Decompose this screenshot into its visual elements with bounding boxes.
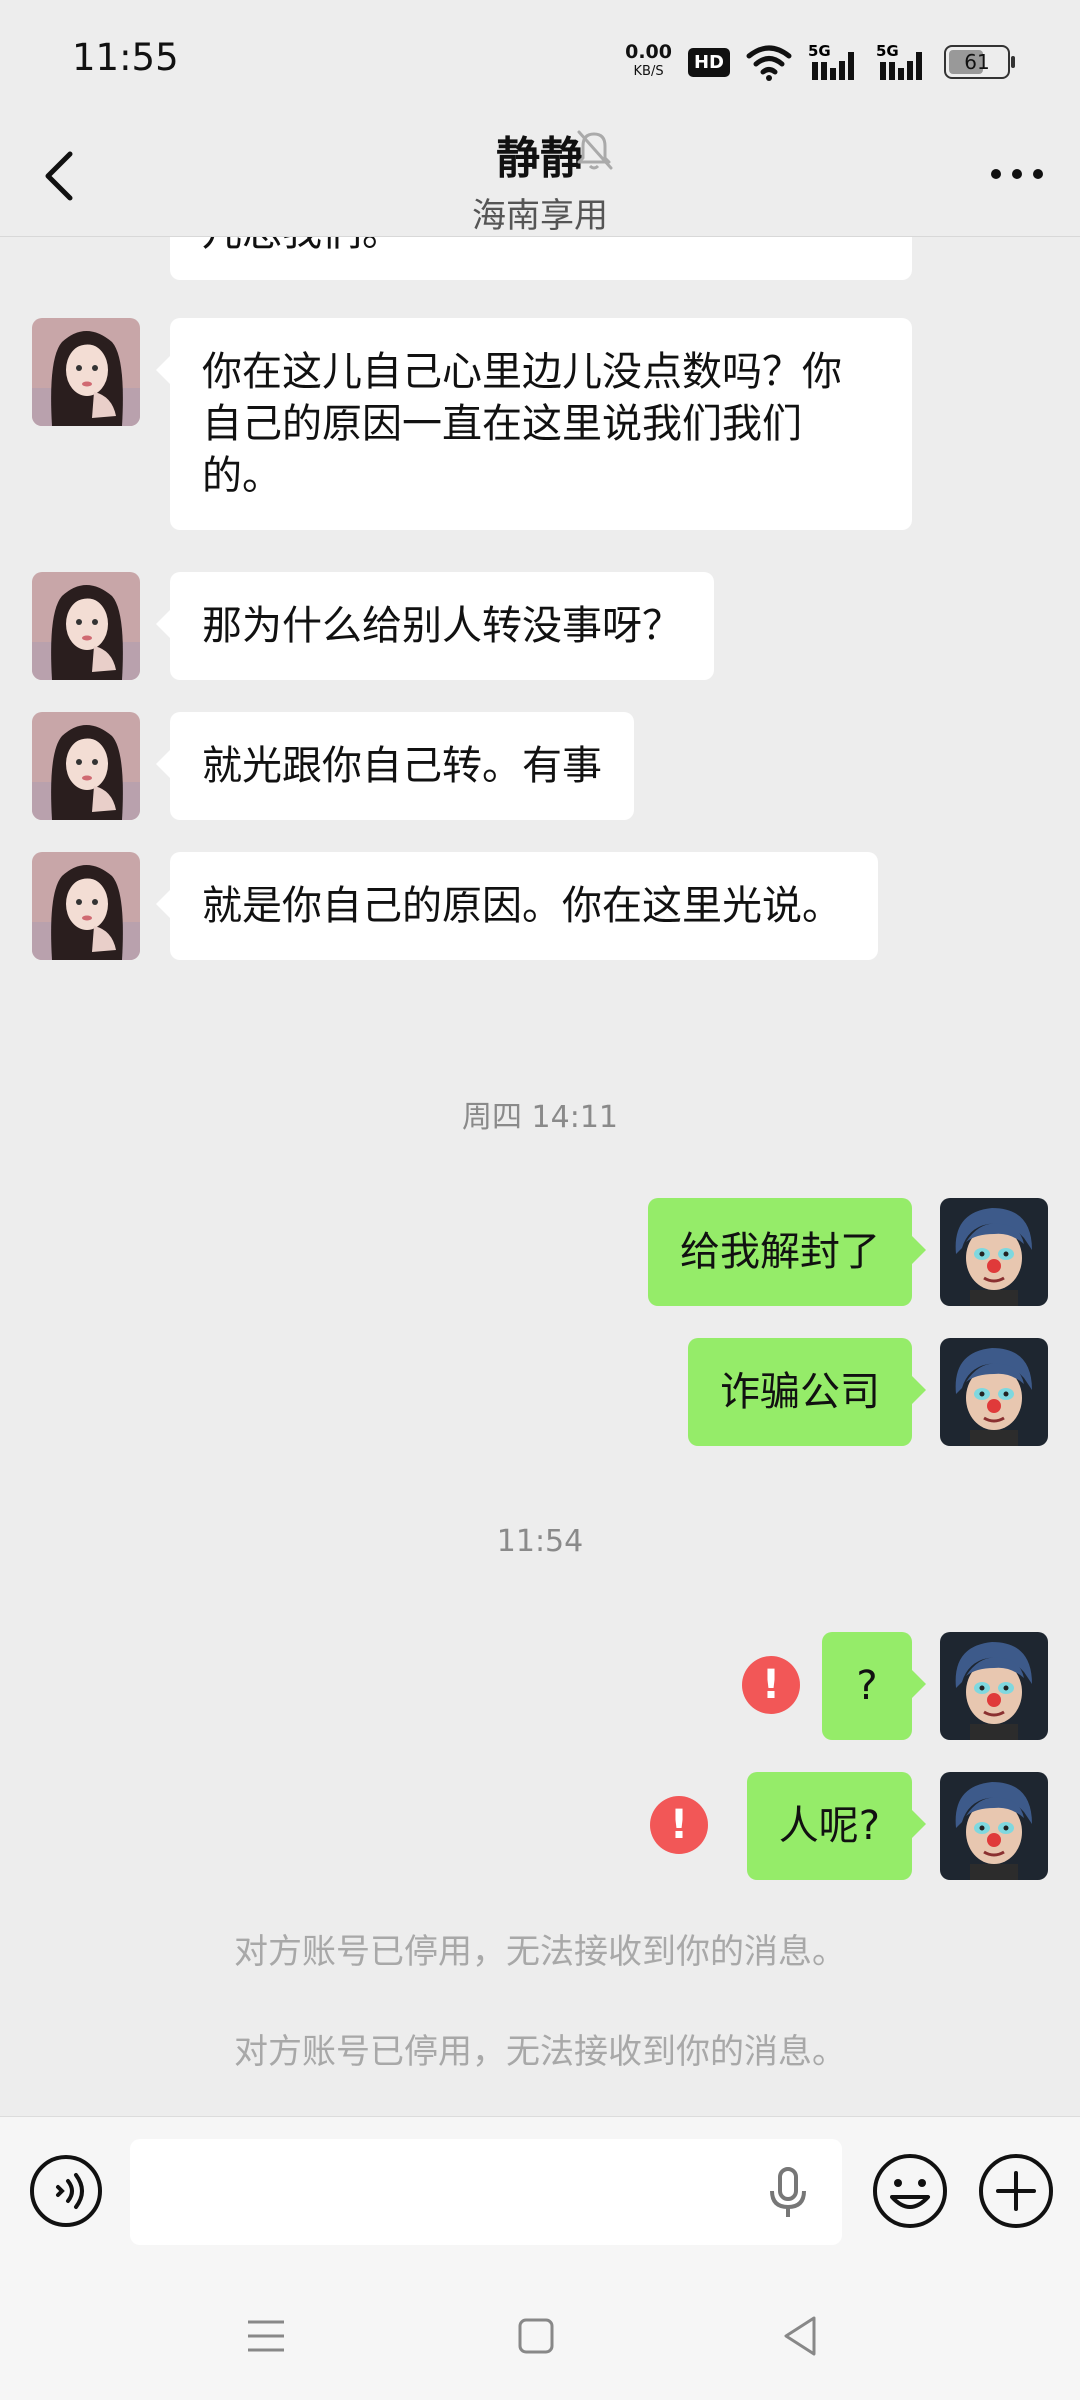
add-plus-icon[interactable]	[976, 2151, 1056, 2231]
message-text: 给我解封了	[680, 1229, 880, 1275]
send-failed-icon[interactable]: !	[650, 1796, 708, 1854]
mute-bell-icon	[577, 130, 613, 170]
emoji-icon[interactable]	[870, 2151, 950, 2231]
status-icons: 0.00 KB/S HD 5G 5G 61	[625, 38, 1015, 86]
message-text: 诈骗公司	[720, 1369, 880, 1415]
wifi-icon	[746, 45, 792, 81]
voice-mode-icon[interactable]	[28, 2153, 104, 2229]
system-nav-bar	[0, 2276, 1080, 2400]
send-failed-icon[interactable]: !	[742, 1656, 800, 1714]
net-speed-value: 0.00	[625, 41, 672, 63]
status-time: 11:55	[72, 36, 179, 79]
message-input[interactable]	[130, 2139, 842, 2245]
chat-subtitle: 海南享用	[472, 196, 608, 236]
message-text: 那为什么给别人转没事呀？	[202, 603, 682, 649]
title-block: 静静 海南享用	[0, 120, 1080, 237]
incoming-message[interactable]: 你在这儿自己心里边儿没点数吗？你自己的原因一直在这里说我们我们的。	[156, 318, 912, 530]
message-text: 儿总我们。	[202, 236, 402, 255]
system-notice: 对方账号已停用，无法接收到你的消息。	[234, 2032, 846, 2072]
more-options-icon[interactable]	[990, 168, 1044, 180]
net-speed-unit: KB/S	[633, 64, 664, 79]
net-speed: 0.00 KB/S	[625, 43, 672, 81]
battery-level: 61	[964, 50, 990, 74]
contact-avatar[interactable]	[32, 318, 140, 426]
chat-header: 静静 海南享用	[0, 120, 1080, 237]
contact-avatar[interactable]	[32, 712, 140, 820]
my-avatar[interactable]	[940, 1632, 1048, 1740]
message-text: 人呢?	[778, 1803, 880, 1849]
outgoing-message[interactable]: 人呢?	[746, 1772, 927, 1880]
signal-5g-label-2: 5G	[876, 42, 899, 60]
cell-signal-icon: 5G	[808, 42, 854, 80]
incoming-message[interactable]: 就光跟你自己转。有事	[156, 712, 634, 820]
cell-signal-icon-2: 5G	[876, 42, 922, 80]
message-list[interactable]: 儿总我们。 你在这儿自己心里边儿没点数吗？你自己的原因一直在这里说我们我们的。	[0, 236, 1080, 2116]
message-text: 你在这儿自己心里边儿没点数吗？你自己的原因一直在这里说我们我们的。	[202, 349, 842, 499]
back-nav-icon[interactable]	[780, 2314, 820, 2358]
timestamp: 11:54	[496, 1524, 584, 1559]
signal-5g-label: 5G	[808, 42, 831, 60]
contact-avatar[interactable]	[32, 852, 140, 960]
menu-nav-icon[interactable]	[246, 2316, 286, 2356]
contact-avatar[interactable]	[32, 572, 140, 680]
my-avatar[interactable]	[940, 1772, 1048, 1880]
incoming-message[interactable]: 那为什么给别人转没事呀？	[156, 572, 714, 680]
incoming-message[interactable]: 就是你自己的原因。你在这里光说。	[156, 852, 878, 960]
battery-icon: 61	[944, 45, 1015, 79]
message-text: ?	[856, 1663, 878, 1709]
message-text: 就光跟你自己转。有事	[202, 743, 602, 789]
system-notice: 对方账号已停用，无法接收到你的消息。	[234, 1932, 846, 1972]
microphone-icon[interactable]	[766, 2167, 810, 2219]
incoming-message[interactable]: 儿总我们。	[170, 236, 912, 280]
my-avatar[interactable]	[940, 1338, 1048, 1446]
message-text: 就是你自己的原因。你在这里光说。	[202, 883, 842, 929]
timestamp: 周四 14:11	[462, 1100, 618, 1135]
my-avatar[interactable]	[940, 1198, 1048, 1306]
input-bar	[0, 2116, 1080, 2277]
outgoing-message[interactable]: 诈骗公司	[688, 1338, 926, 1446]
outgoing-message[interactable]: 给我解封了	[648, 1198, 926, 1306]
home-nav-icon[interactable]	[516, 2316, 556, 2356]
hd-badge: HD	[687, 47, 730, 77]
outgoing-message[interactable]: ?	[822, 1632, 926, 1740]
status-bar: 11:55 0.00 KB/S HD 5G 5G 61	[0, 0, 1080, 120]
chat-title: 静静	[496, 133, 584, 184]
